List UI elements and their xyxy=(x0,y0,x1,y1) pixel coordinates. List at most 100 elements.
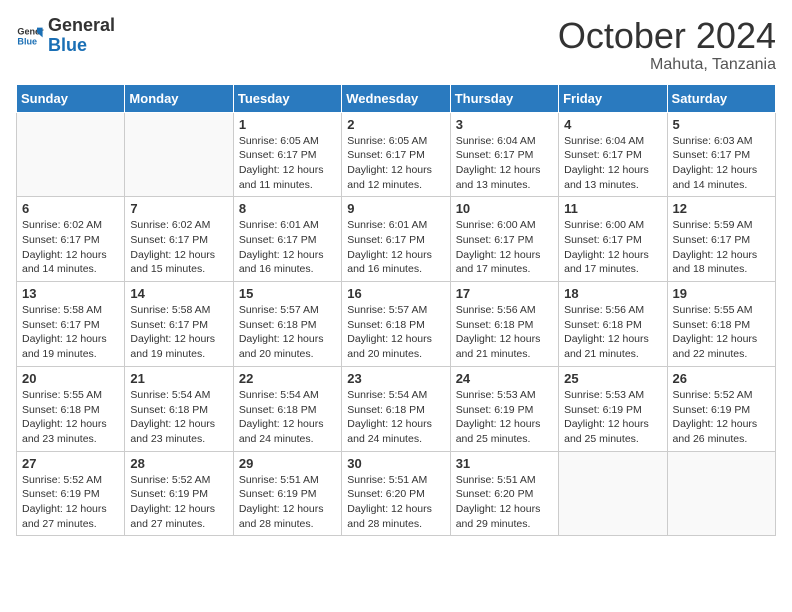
day-info: Sunrise: 5:52 AM Sunset: 6:19 PM Dayligh… xyxy=(673,388,770,447)
day-info: Sunrise: 5:58 AM Sunset: 6:17 PM Dayligh… xyxy=(130,303,227,362)
day-number: 13 xyxy=(22,286,119,301)
day-number: 15 xyxy=(239,286,336,301)
day-info: Sunrise: 5:52 AM Sunset: 6:19 PM Dayligh… xyxy=(22,473,119,532)
calendar-week-row: 1 Sunrise: 6:05 AM Sunset: 6:17 PM Daylig… xyxy=(17,112,776,197)
calendar-cell: 18Sunrise: 5:56 AM Sunset: 6:18 PM Dayli… xyxy=(559,282,667,367)
calendar-cell: 1 Sunrise: 6:05 AM Sunset: 6:17 PM Daylig… xyxy=(233,112,341,197)
col-header-monday: Monday xyxy=(125,84,233,112)
day-number: 16 xyxy=(347,286,444,301)
day-number: 14 xyxy=(130,286,227,301)
calendar-week-row: 20Sunrise: 5:55 AM Sunset: 6:18 PM Dayli… xyxy=(17,366,776,451)
day-info: Sunrise: 5:56 AM Sunset: 6:18 PM Dayligh… xyxy=(564,303,661,362)
day-number: 12 xyxy=(673,201,770,216)
day-number: 1 xyxy=(239,117,336,132)
calendar-cell: 5 Sunrise: 6:03 AM Sunset: 6:17 PM Daylig… xyxy=(667,112,775,197)
calendar-cell: 2 Sunrise: 6:05 AM Sunset: 6:17 PM Daylig… xyxy=(342,112,450,197)
calendar-cell xyxy=(667,451,775,536)
col-header-friday: Friday xyxy=(559,84,667,112)
calendar-cell: 13Sunrise: 5:58 AM Sunset: 6:17 PM Dayli… xyxy=(17,282,125,367)
day-info: Sunrise: 5:57 AM Sunset: 6:18 PM Dayligh… xyxy=(239,303,336,362)
day-number: 19 xyxy=(673,286,770,301)
col-header-wednesday: Wednesday xyxy=(342,84,450,112)
svg-text:Blue: Blue xyxy=(17,36,37,46)
calendar-table: SundayMondayTuesdayWednesdayThursdayFrid… xyxy=(16,84,776,537)
day-info: Sunrise: 5:54 AM Sunset: 6:18 PM Dayligh… xyxy=(347,388,444,447)
day-info: Sunrise: 6:01 AM Sunset: 6:17 PM Dayligh… xyxy=(239,218,336,277)
day-info: Sunrise: 6:00 AM Sunset: 6:17 PM Dayligh… xyxy=(564,218,661,277)
calendar-week-row: 6 Sunrise: 6:02 AM Sunset: 6:17 PM Daylig… xyxy=(17,197,776,282)
col-header-saturday: Saturday xyxy=(667,84,775,112)
calendar-cell: 11 Sunrise: 6:00 AM Sunset: 6:17 PM Dayli… xyxy=(559,197,667,282)
day-number: 31 xyxy=(456,456,553,471)
header: General Blue General Blue October 2024 M… xyxy=(16,16,776,74)
day-number: 27 xyxy=(22,456,119,471)
calendar-cell: 26 Sunrise: 5:52 AM Sunset: 6:19 PM Dayli… xyxy=(667,366,775,451)
calendar-cell: 6 Sunrise: 6:02 AM Sunset: 6:17 PM Daylig… xyxy=(17,197,125,282)
day-info: Sunrise: 6:00 AM Sunset: 6:17 PM Dayligh… xyxy=(456,218,553,277)
calendar-cell: 15 Sunrise: 5:57 AM Sunset: 6:18 PM Dayli… xyxy=(233,282,341,367)
calendar-cell: 24 Sunrise: 5:53 AM Sunset: 6:19 PM Dayli… xyxy=(450,366,558,451)
day-info: Sunrise: 5:53 AM Sunset: 6:19 PM Dayligh… xyxy=(564,388,661,447)
day-info: Sunrise: 6:02 AM Sunset: 6:17 PM Dayligh… xyxy=(22,218,119,277)
day-info: Sunrise: 6:04 AM Sunset: 6:17 PM Dayligh… xyxy=(564,134,661,193)
day-number: 3 xyxy=(456,117,553,132)
day-info: Sunrise: 5:54 AM Sunset: 6:18 PM Dayligh… xyxy=(130,388,227,447)
day-number: 2 xyxy=(347,117,444,132)
day-info: Sunrise: 5:56 AM Sunset: 6:18 PM Dayligh… xyxy=(456,303,553,362)
day-info: Sunrise: 6:01 AM Sunset: 6:17 PM Dayligh… xyxy=(347,218,444,277)
day-number: 4 xyxy=(564,117,661,132)
day-info: Sunrise: 5:52 AM Sunset: 6:19 PM Dayligh… xyxy=(130,473,227,532)
day-number: 24 xyxy=(456,371,553,386)
calendar-cell: 16Sunrise: 5:57 AM Sunset: 6:18 PM Dayli… xyxy=(342,282,450,367)
calendar-cell: 10Sunrise: 6:00 AM Sunset: 6:17 PM Dayli… xyxy=(450,197,558,282)
day-number: 7 xyxy=(130,201,227,216)
calendar-cell: 12 Sunrise: 5:59 AM Sunset: 6:17 PM Dayli… xyxy=(667,197,775,282)
day-number: 9 xyxy=(347,201,444,216)
day-number: 5 xyxy=(673,117,770,132)
day-number: 29 xyxy=(239,456,336,471)
day-info: Sunrise: 6:03 AM Sunset: 6:17 PM Dayligh… xyxy=(673,134,770,193)
calendar-cell: 31Sunrise: 5:51 AM Sunset: 6:20 PM Dayli… xyxy=(450,451,558,536)
day-info: Sunrise: 5:53 AM Sunset: 6:19 PM Dayligh… xyxy=(456,388,553,447)
day-info: Sunrise: 5:51 AM Sunset: 6:19 PM Dayligh… xyxy=(239,473,336,532)
calendar-week-row: 27 Sunrise: 5:52 AM Sunset: 6:19 PM Dayli… xyxy=(17,451,776,536)
calendar-cell: 8 Sunrise: 6:01 AM Sunset: 6:17 PM Daylig… xyxy=(233,197,341,282)
calendar-cell: 21Sunrise: 5:54 AM Sunset: 6:18 PM Dayli… xyxy=(125,366,233,451)
day-number: 26 xyxy=(673,371,770,386)
calendar-cell: 25 Sunrise: 5:53 AM Sunset: 6:19 PM Dayli… xyxy=(559,366,667,451)
day-info: Sunrise: 6:04 AM Sunset: 6:17 PM Dayligh… xyxy=(456,134,553,193)
calendar-cell: 29 Sunrise: 5:51 AM Sunset: 6:19 PM Dayli… xyxy=(233,451,341,536)
col-header-tuesday: Tuesday xyxy=(233,84,341,112)
day-info: Sunrise: 6:05 AM Sunset: 6:17 PM Dayligh… xyxy=(347,134,444,193)
calendar-cell xyxy=(559,451,667,536)
calendar-cell: 4 Sunrise: 6:04 AM Sunset: 6:17 PM Daylig… xyxy=(559,112,667,197)
day-info: Sunrise: 5:51 AM Sunset: 6:20 PM Dayligh… xyxy=(347,473,444,532)
day-number: 25 xyxy=(564,371,661,386)
calendar-cell: 27 Sunrise: 5:52 AM Sunset: 6:19 PM Dayli… xyxy=(17,451,125,536)
calendar-cell xyxy=(17,112,125,197)
day-number: 6 xyxy=(22,201,119,216)
calendar-cell: 30Sunrise: 5:51 AM Sunset: 6:20 PM Dayli… xyxy=(342,451,450,536)
location-title: Mahuta, Tanzania xyxy=(558,56,776,74)
col-header-sunday: Sunday xyxy=(17,84,125,112)
day-number: 28 xyxy=(130,456,227,471)
day-info: Sunrise: 6:02 AM Sunset: 6:17 PM Dayligh… xyxy=(130,218,227,277)
calendar-cell: 20Sunrise: 5:55 AM Sunset: 6:18 PM Dayli… xyxy=(17,366,125,451)
day-info: Sunrise: 6:05 AM Sunset: 6:17 PM Dayligh… xyxy=(239,134,336,193)
day-number: 23 xyxy=(347,371,444,386)
day-number: 8 xyxy=(239,201,336,216)
calendar-cell: 22 Sunrise: 5:54 AM Sunset: 6:18 PM Dayli… xyxy=(233,366,341,451)
logo-general-text: General xyxy=(48,16,115,36)
day-number: 22 xyxy=(239,371,336,386)
calendar-cell xyxy=(125,112,233,197)
calendar-week-row: 13 Sunrise: 5:58 AM Sunset: 6:17 PM Dayli… xyxy=(17,282,776,367)
day-info: Sunrise: 5:54 AM Sunset: 6:18 PM Dayligh… xyxy=(239,388,336,447)
month-title: October 2024 xyxy=(558,16,776,56)
day-number: 11 xyxy=(564,201,661,216)
calendar-cell: 7 Sunrise: 6:02 AM Sunset: 6:17 PM Daylig… xyxy=(125,197,233,282)
day-info: Sunrise: 5:59 AM Sunset: 6:17 PM Dayligh… xyxy=(673,218,770,277)
calendar-cell: 19 Sunrise: 5:55 AM Sunset: 6:18 PM Dayli… xyxy=(667,282,775,367)
day-info: Sunrise: 5:55 AM Sunset: 6:18 PM Dayligh… xyxy=(22,388,119,447)
day-info: Sunrise: 5:55 AM Sunset: 6:18 PM Dayligh… xyxy=(673,303,770,362)
logo: General Blue General Blue xyxy=(16,16,115,56)
